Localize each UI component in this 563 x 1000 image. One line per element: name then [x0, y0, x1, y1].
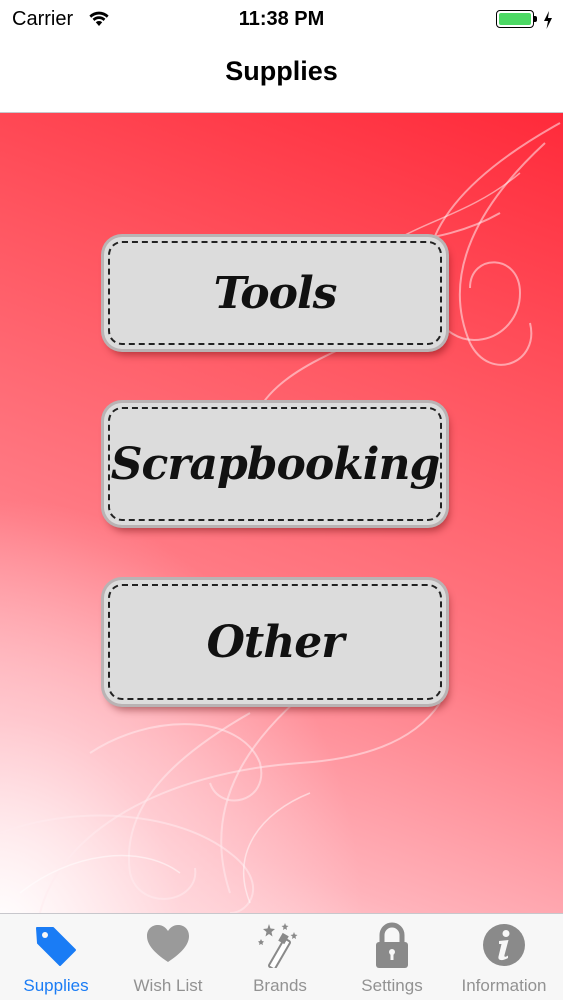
tab-label: Information [461, 976, 547, 995]
other-button[interactable]: Other [104, 580, 446, 704]
tab-settings[interactable]: Settings [336, 914, 448, 1000]
stitched-border: Other [108, 584, 442, 700]
navigation-bar: Supplies [0, 40, 563, 113]
info-icon [483, 924, 525, 966]
tag-icon [36, 927, 76, 966]
stitched-border: Tools [108, 241, 442, 345]
tab-supplies[interactable]: Supplies [0, 914, 112, 1000]
page-title: Supplies [225, 56, 338, 86]
tab-brands[interactable]: Brands [224, 914, 336, 1000]
tools-button-label: Tools [213, 267, 338, 319]
tools-button[interactable]: Tools [104, 237, 446, 349]
scrapbooking-button-label: Scrapbooking [110, 438, 440, 490]
stitched-border: Scrapbooking [108, 407, 442, 521]
lock-icon [376, 922, 408, 968]
scrapbooking-button[interactable]: Scrapbooking [104, 403, 446, 525]
heart-icon [147, 925, 189, 962]
tab-information[interactable]: Information [448, 914, 560, 1000]
supplies-content: Tools Scrapbooking Other [0, 113, 563, 913]
status-bar: Carrier 11:38 PM [0, 0, 563, 40]
tab-wish-list[interactable]: Wish List [112, 914, 224, 1000]
tab-bar: Supplies Wish List Brands Settings Infor… [0, 913, 563, 1000]
other-button-label: Other [206, 616, 345, 668]
status-time: 11:38 PM [238, 8, 325, 30]
battery-icon [496, 10, 552, 30]
magic-wand-icon [258, 923, 298, 968]
charging-bolt-icon [544, 11, 552, 29]
